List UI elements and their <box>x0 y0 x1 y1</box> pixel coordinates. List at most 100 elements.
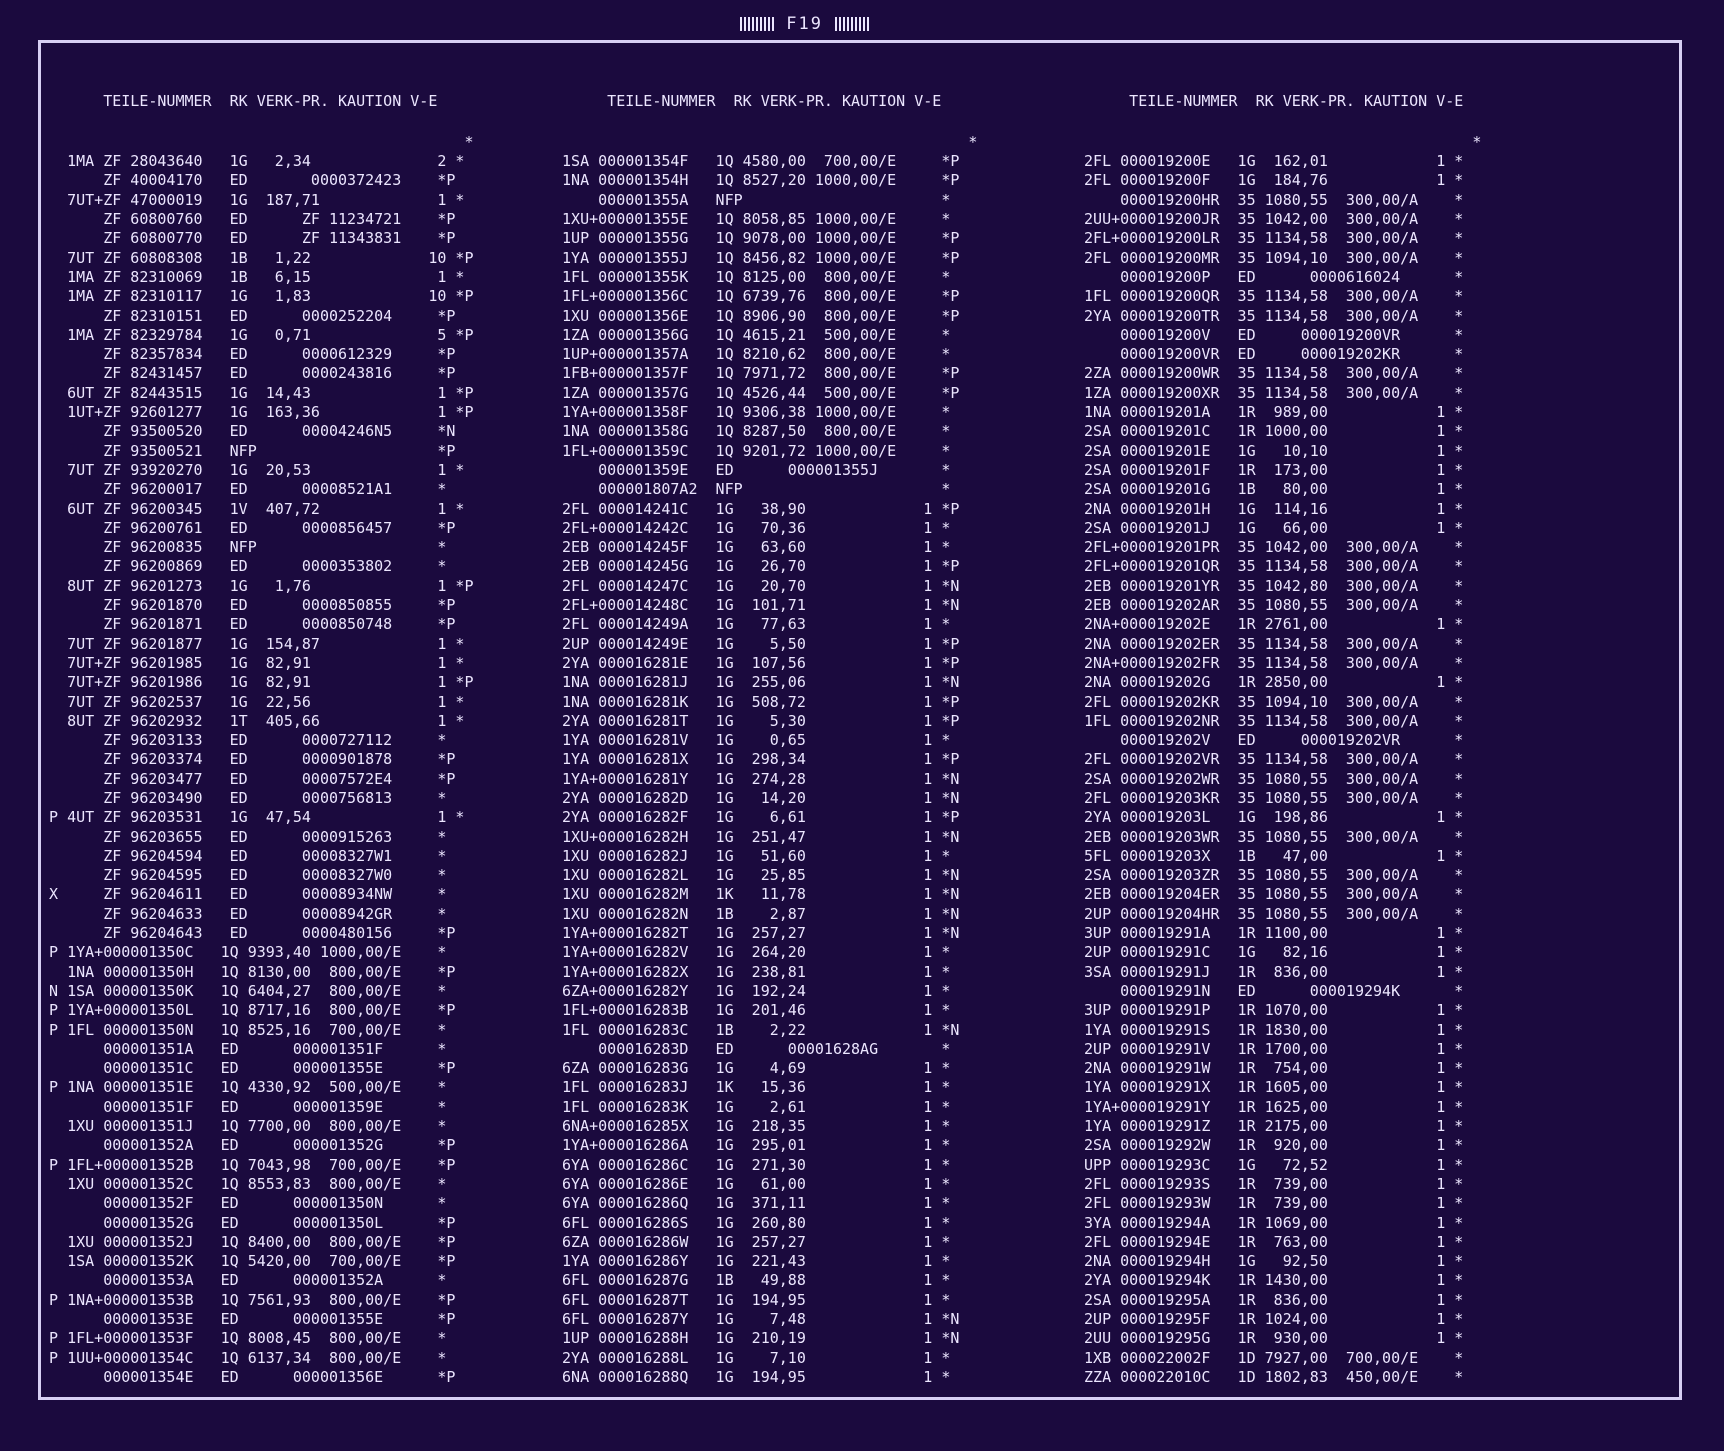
column-header: TEILE-NUMMER RK VERK-PR. KAUTION V-E <box>1075 91 1464 110</box>
list-item: P 1YA+000001350L 1Q 8717,16 800,00/E *P <box>40 1001 456 1020</box>
list-item: 000019200VR ED 000019202KR * <box>1075 345 1464 364</box>
list-item: 6YA 000016286C 1G 271,30 1 * <box>553 1155 951 1174</box>
list-item: 1YA+000016286A 1G 295,01 1 * <box>553 1136 951 1155</box>
list-item: P 1UU+000001354C 1Q 6137,34 800,00/E * <box>40 1348 447 1367</box>
list-item: P 4UT ZF 96203531 1G 47,54 1 * <box>40 808 465 827</box>
list-item: ZF 96203490 ED 0000756813 * <box>40 788 447 807</box>
list-item: 1XU 000016282J 1G 51,60 1 * <box>553 846 951 865</box>
list-item: 1YA 000019291Z 1R 2175,00 1 * <box>1075 1117 1464 1136</box>
column-header: TEILE-NUMMER RK VERK-PR. KAUTION V-E <box>40 91 438 110</box>
list-item: 3YA 000019294A 1R 1069,00 1 * <box>1075 1213 1464 1232</box>
list-item: 2UP 000019204HR 35 1080,55 300,00/A * <box>1075 904 1464 923</box>
list-item: 2YA 000019200TR 35 1134,58 300,00/A * <box>1075 306 1464 325</box>
parts-column-3: TEILE-NUMMER RK VERK-PR. KAUTION V-E * 2… <box>1075 50 1615 1387</box>
parts-column-1: TEILE-NUMMER RK VERK-PR. KAUTION V-E * 1… <box>40 50 580 1387</box>
list-item: 2NA 000019202ER 35 1134,58 300,00/A * <box>1075 634 1464 653</box>
list-item: 000001353E ED 000001355E *P <box>40 1310 456 1328</box>
list-item: 2FL 000019293S 1R 739,00 1 * <box>1075 1174 1464 1193</box>
list-item: 1XU 000016282N 1B 2,87 1 *N <box>553 904 960 923</box>
list-item: P 1NA 000001351E 1Q 4330,92 500,00/E * <box>40 1078 447 1097</box>
list-item: 2FL+000014248C 1G 101,71 1 *N <box>553 596 960 615</box>
list-item: 1YA+000016282V 1G 264,20 1 * <box>553 943 951 962</box>
list-item: 7UT+ZF 96201986 1G 82,91 1 *P <box>40 673 474 692</box>
list-item: 1NA 000016281K 1G 508,72 1 *P <box>553 692 960 711</box>
list-item: P 1FL+000001352B 1Q 7043,98 700,00/E *P <box>40 1155 456 1174</box>
list-item: 000019202V ED 000019202VR * <box>1075 731 1464 750</box>
title-block-left <box>740 17 774 31</box>
list-item: 1FL+000001356C 1Q 6739,76 800,00/E *P <box>553 287 960 306</box>
list-item: 2NA 000019294H 1G 92,50 1 * <box>1075 1252 1464 1271</box>
list-item: ZF 93500521 NFP *P <box>40 441 456 460</box>
list-item: 5FL 000019203X 1B 47,00 1 * <box>1075 846 1464 865</box>
list-item: 2SA 000019295A 1R 836,00 1 * <box>1075 1290 1464 1309</box>
list-item: 2EB 000019203WR 35 1080,55 300,00/A * <box>1075 827 1464 846</box>
sheet-title: F19 <box>740 14 870 34</box>
list-item: ZF 96200761 ED 0000856457 *P <box>40 518 456 537</box>
list-item: ZF 96204594 ED 00008327W1 * <box>40 846 447 865</box>
list-item: 1FL 000019202NR 35 1134,58 300,00/A * <box>1075 711 1464 730</box>
list-item: 1XB 000022002F 1D 7927,00 700,00/E * <box>1075 1348 1464 1367</box>
list-item: 1UP+000001357A 1Q 8210,62 800,00/E * <box>553 345 951 364</box>
list-item: 2FL 000019200MR 35 1094,10 300,00/A * <box>1075 248 1464 267</box>
list-item: ZF 96203477 ED 00007572E4 *P <box>40 769 456 788</box>
list-item: * <box>40 132 474 151</box>
list-item: 2EB 000019201YR 35 1042,80 300,00/A * <box>1075 576 1464 595</box>
list-item: 000019291N ED 000019294K * <box>1075 981 1464 1000</box>
list-item: 8UT ZF 96201273 1G 1,76 1 *P <box>40 576 474 595</box>
list-item: ZF 82431457 ED 0000243816 *P <box>40 364 456 383</box>
list-item: 7UT ZF 60808308 1B 1,22 10 *P <box>40 248 474 267</box>
list-item: 000019200HR 35 1080,55 300,00/A * <box>1075 190 1464 209</box>
list-item: 2NA 000019201H 1G 114,16 1 * <box>1075 499 1464 518</box>
list-item: 2FL+000019200LR 35 1134,58 300,00/A * <box>1075 229 1464 248</box>
list-item: ZF 60800770 ED ZF 11343831 *P <box>40 229 456 248</box>
list-item: 2UP 000019295F 1R 1024,00 1 * <box>1075 1310 1464 1328</box>
list-item: 2EB 000019204ER 35 1080,55 300,00/A * <box>1075 885 1464 904</box>
list-item: 1FL 000001355K 1Q 8125,00 800,00/E * <box>553 267 951 286</box>
list-item: 2UP 000019291V 1R 1700,00 1 * <box>1075 1039 1464 1058</box>
list-item: 2YA 000019294K 1R 1430,00 1 * <box>1075 1271 1464 1290</box>
list-item: 1UP 000016288H 1G 210,19 1 *N <box>553 1329 960 1348</box>
list-item: 1UT+ZF 92601277 1G 163,36 1 *P <box>40 403 474 422</box>
list-item: 2FL 000019200F 1G 184,76 1 * <box>1075 171 1464 190</box>
list-item: 000016283D ED 00001628AG * <box>553 1039 951 1058</box>
list-item: 1YA+000016282X 1G 238,81 1 * <box>553 962 951 981</box>
list-item: 1NA 000001350H 1Q 8130,00 800,00/E *P <box>40 962 456 981</box>
list-item: 000019200V ED 000019200VR * <box>1075 325 1464 344</box>
list-item: 1YA 000019291X 1R 1605,00 1 * <box>1075 1078 1464 1097</box>
list-item: N 1SA 000001350K 1Q 6404,27 800,00/E * <box>40 981 447 1000</box>
list-item: X ZF 96204611 ED 00008934NW * <box>40 885 447 904</box>
list-item: 2NA+000019202FR 35 1134,58 300,00/A * <box>1075 653 1464 672</box>
list-item: 2FL+000019201QR 35 1134,58 300,00/A * <box>1075 557 1464 576</box>
list-item: ZF 96201870 ED 0000850855 *P <box>40 596 456 615</box>
list-item: 6NA 000016288Q 1G 194,95 1 * <box>553 1367 951 1386</box>
list-item: ZF 96203655 ED 0000915263 * <box>40 827 447 846</box>
list-item: 2FL 000019200E 1G 162,01 1 * <box>1075 152 1464 171</box>
list-item: 2YA 000019203L 1G 198,86 1 * <box>1075 808 1464 827</box>
list-item: ZF 96200835 NFP * <box>40 538 447 557</box>
list-item: ZF 96200869 ED 0000353802 * <box>40 557 447 576</box>
list-item: 6ZA+000016282Y 1G 192,24 1 * <box>553 981 951 1000</box>
list-item: 2UU+000019200JR 35 1042,00 300,00/A * <box>1075 210 1464 229</box>
list-item: 2FL+000014242C 1G 70,36 1 * <box>553 518 951 537</box>
list-item: 1XU+000001355E 1Q 8058,85 1000,00/E * <box>553 210 951 229</box>
list-item: 1XU 000016282L 1G 25,85 1 *N <box>553 866 960 885</box>
list-item: 6ZA 000016283G 1G 4,69 1 * <box>553 1059 951 1078</box>
sheet-title-text: F19 <box>786 14 823 34</box>
list-item: ZF 96200017 ED 00008521A1 * <box>40 480 447 499</box>
list-item: 1YA+000001358F 1Q 9306,38 1000,00/E * <box>553 403 951 422</box>
list-item: 2EB 000014245G 1G 26,70 1 *P <box>553 557 960 576</box>
list-item: 1XU+000016282H 1G 251,47 1 *N <box>553 827 960 846</box>
list-item: 2NA 000019291W 1R 754,00 1 * <box>1075 1059 1464 1078</box>
list-item: 1NA 000016281J 1G 255,06 1 *N <box>553 673 960 692</box>
list-item: ZF 96203374 ED 0000901878 *P <box>40 750 456 769</box>
title-block-right <box>835 17 870 31</box>
list-item: 1MA ZF 82329784 1G 0,71 5 *P <box>40 325 474 344</box>
list-item: 1MA ZF 28043640 1G 2,34 2 * <box>40 152 465 171</box>
list-item: 000019200P ED 0000616024 * <box>1075 267 1464 286</box>
list-item: 1MA ZF 82310117 1G 1,83 10 *P <box>40 287 474 306</box>
list-item: P 1FL 000001350N 1Q 8525,16 700,00/E * <box>40 1020 447 1039</box>
list-item: 2UP 000014249E 1G 5,50 1 *P <box>553 634 960 653</box>
list-item: 1FL 000019200QR 35 1134,58 300,00/A * <box>1075 287 1464 306</box>
list-item: 000001352A ED 000001352G *P <box>40 1136 456 1155</box>
list-item: 2FL 000019203KR 35 1080,55 300,00/A * <box>1075 788 1464 807</box>
